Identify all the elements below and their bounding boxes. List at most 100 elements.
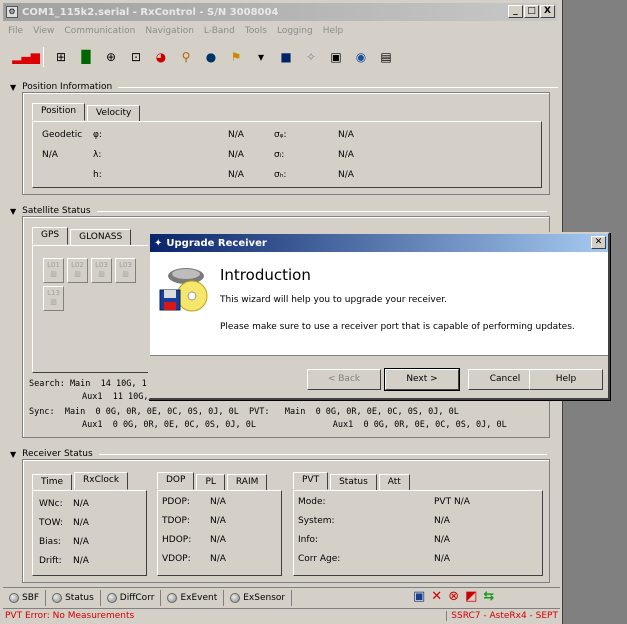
sigma-phi-label: σᵩ: [274, 130, 287, 140]
menu-navigation[interactable]: Navigation [140, 24, 199, 41]
led-icon [167, 592, 178, 603]
next-button[interactable]: Next > [384, 368, 460, 391]
tab-pl[interactable]: PL [196, 474, 225, 490]
corr-age-value: N/A [434, 554, 450, 564]
tdop-label: TDOP: [162, 516, 190, 526]
sigma-h-value: N/A [338, 170, 354, 180]
stop-circle-icon[interactable]: ⊗ [448, 589, 459, 605]
minimize-button[interactable]: _ [508, 5, 523, 18]
info-label: Info: [298, 535, 319, 545]
tab-dop[interactable]: DOP [157, 472, 195, 490]
back-button[interactable]: < Back [307, 369, 381, 390]
tab-pvt[interactable]: PVT [293, 472, 329, 490]
menu-file[interactable]: File [3, 24, 28, 41]
sigma-h-label: σₕ: [274, 170, 287, 180]
tab-att[interactable]: Att [378, 474, 410, 490]
sat-button[interactable]: L01 ▥ [43, 258, 64, 283]
close-button[interactable]: X [540, 5, 555, 18]
antenna-icon[interactable]: ⚲ [178, 49, 194, 65]
dialog-line-1: This wizard will help you to upgrade you… [220, 295, 447, 305]
dialog-heading: Introduction [220, 266, 311, 284]
position-info-header[interactable]: ▼ Position Information [10, 82, 559, 92]
tab-rxclock[interactable]: RxClock [74, 472, 129, 490]
tab-glonass[interactable]: GLONASS [70, 229, 132, 245]
menu-l-band[interactable]: L-Band [199, 24, 240, 41]
diffcorr-button[interactable]: DiffCorr [101, 589, 162, 606]
drift-value: N/A [73, 556, 89, 566]
bias-value: N/A [73, 537, 89, 547]
info-value: N/A [434, 535, 450, 545]
signal-bars-icon[interactable]: ▂▄▆ [12, 49, 40, 65]
dop-content: PDOP: N/A TDOP: N/A HDOP: N/A VDOP: N/A [157, 490, 282, 576]
tab-position[interactable]: Position [32, 103, 86, 121]
sync-arrows-icon[interactable]: ⇆ [483, 589, 494, 605]
hdop-label: HDOP: [162, 535, 192, 545]
menu-logging[interactable]: Logging [272, 24, 318, 41]
led-icon [106, 592, 117, 603]
receiver-status-header[interactable]: ▼ Receiver Status [10, 449, 547, 459]
document-icon[interactable]: ▤ [378, 49, 394, 65]
pvt-error-text: PVT Error: No Measurements [5, 611, 135, 621]
target-icon[interactable]: ⊕ [103, 49, 119, 65]
dialog-title-bar[interactable]: ✦ Upgrade Receiver ✕ [150, 234, 608, 252]
tab-gps[interactable]: GPS [32, 227, 69, 245]
menu-help[interactable]: Help [318, 24, 349, 41]
satellite-icon[interactable]: ✧ [303, 49, 319, 65]
tab-status[interactable]: Status [330, 474, 377, 490]
menu-communication[interactable]: Communication [59, 24, 140, 41]
led-icon [230, 592, 241, 603]
system-label: System: [298, 516, 335, 526]
lambda-value: N/A [228, 150, 244, 160]
exevent-button[interactable]: ExEvent [161, 589, 225, 606]
led-icon [52, 592, 63, 603]
sbf-button[interactable]: SBF [3, 589, 47, 606]
pie-chart-icon[interactable]: ◕ [153, 49, 169, 65]
tab-velocity[interactable]: Velocity [87, 105, 141, 121]
sat-button[interactable]: L03 ▥ [115, 258, 136, 283]
disk-install-icon [159, 268, 208, 312]
dialog-line-2: Please make sure to use a receiver port … [220, 322, 575, 332]
grid-icon[interactable]: ⊞ [53, 49, 69, 65]
tab-raim[interactable]: RAIM [226, 474, 268, 490]
wnc-value: N/A [73, 499, 89, 509]
exsensor-button[interactable]: ExSensor [224, 589, 293, 606]
corr-age-label: Corr Age: [298, 554, 341, 564]
cross-icon[interactable]: ✕ [431, 589, 442, 605]
dialog-close-button[interactable]: ✕ [591, 236, 606, 249]
save-icon[interactable]: ▣ [413, 589, 425, 605]
sat-button[interactable]: L02 ▥ [67, 258, 88, 283]
collapse-arrow-icon[interactable]: ▼ [10, 83, 16, 92]
plus-box-icon[interactable]: ⊡ [128, 49, 144, 65]
image-icon[interactable]: ▣ [328, 49, 344, 65]
menu-view[interactable]: View [28, 24, 59, 41]
sat-button[interactable]: L13 ▥ [43, 286, 64, 311]
height-value: N/A [228, 170, 244, 180]
tab-time[interactable]: Time [32, 474, 73, 490]
datum-value: N/A [42, 150, 58, 160]
menu-tools[interactable]: Tools [240, 24, 272, 41]
wizard-icon: ✦ [154, 237, 163, 249]
status-button[interactable]: Status [46, 589, 101, 606]
phi-label: φ: [93, 130, 102, 140]
bar-chart-icon[interactable]: ▐▌ [77, 49, 95, 65]
record-icon[interactable]: ■ [278, 49, 294, 65]
hdop-value: N/A [210, 535, 226, 545]
dropdown-arrow-icon[interactable]: ▾ [253, 49, 269, 65]
maximize-button[interactable]: □ [524, 5, 539, 18]
sigma-phi-value: N/A [338, 130, 354, 140]
phi-value: N/A [228, 130, 244, 140]
led-icon [9, 592, 19, 603]
height-label: h: [93, 170, 102, 180]
sat-button[interactable]: L03 ▥ [91, 258, 112, 283]
tdop-value: N/A [210, 516, 226, 526]
collapse-arrow-icon[interactable]: ▼ [10, 450, 16, 459]
title-bar[interactable]: ⚙ COM1_115k2.serial - RxControl - S/N 30… [3, 3, 557, 21]
collapse-arrow-icon[interactable]: ▼ [10, 207, 16, 216]
flag-icon[interactable]: ⚑ [228, 49, 244, 65]
magnifier-icon[interactable]: ◉ [353, 49, 369, 65]
help-button[interactable]: Help [529, 369, 603, 390]
sphere-icon[interactable]: ● [203, 49, 219, 65]
satellite-status-header[interactable]: ▼ Satellite Status [10, 206, 547, 216]
mode-value: PVT N/A [434, 497, 470, 507]
error-icon[interactable]: ◩ [465, 589, 477, 605]
